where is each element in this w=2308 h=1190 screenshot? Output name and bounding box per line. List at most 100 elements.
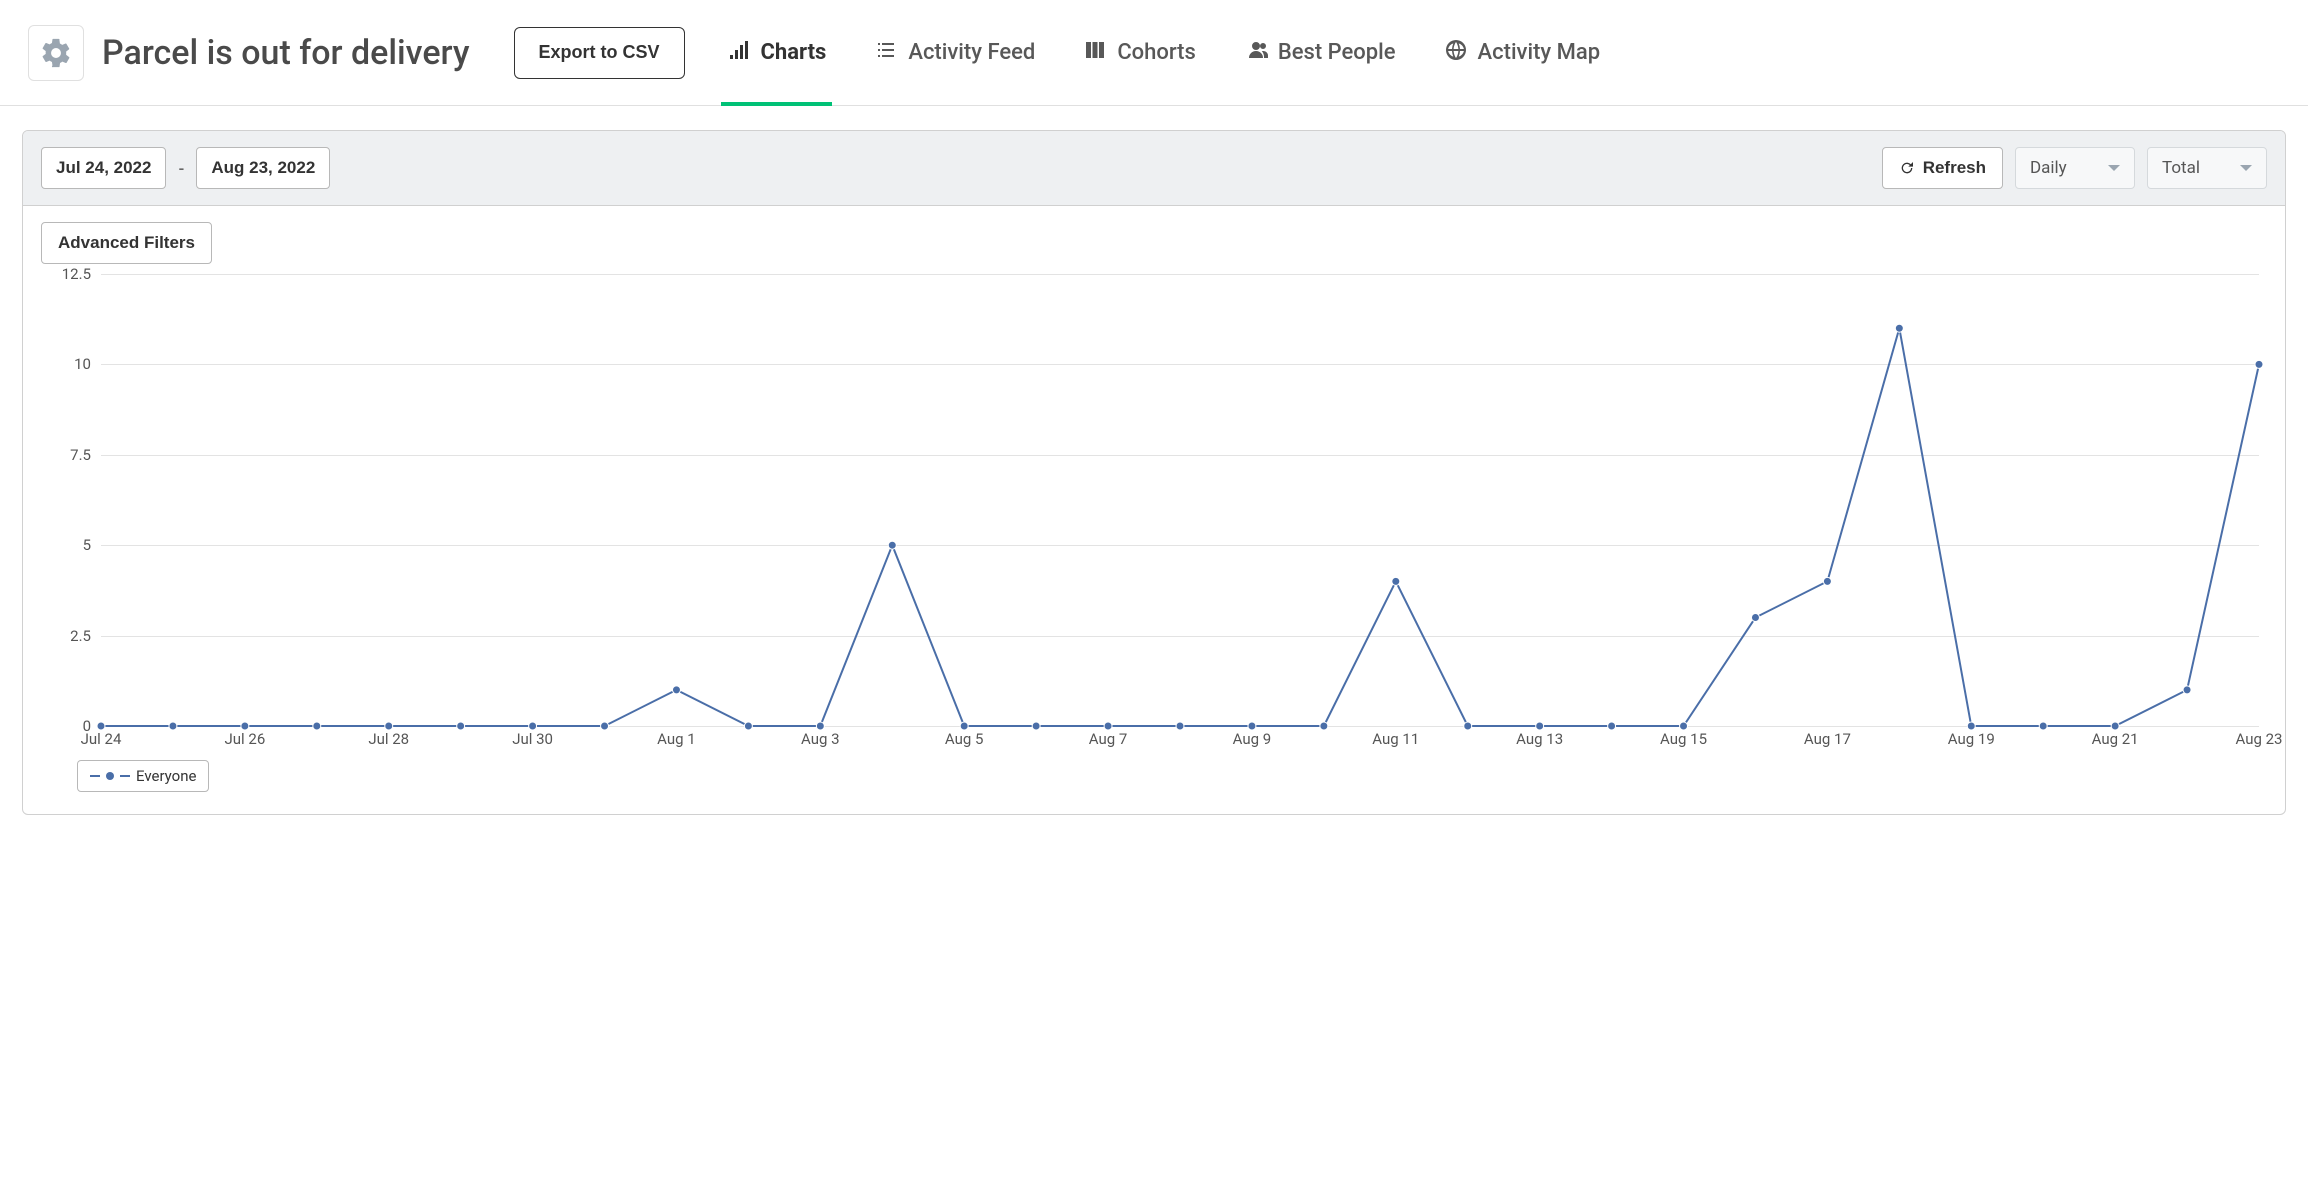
tab-best-people[interactable]: Best People [1238,0,1402,105]
data-point[interactable] [601,722,609,730]
x-tick-label: Aug 11 [1372,730,1419,748]
x-tick-label: Jul 26 [224,730,265,748]
data-point[interactable] [1967,722,1975,730]
legend-dash [90,775,100,777]
legend-item-everyone[interactable]: Everyone [77,760,209,792]
chart-area: 02.557.51012.5 Jul 24Jul 26Jul 28Jul 30A… [23,264,2285,814]
y-tick-label: 7.5 [70,446,91,464]
data-point[interactable] [1823,577,1831,585]
y-tick-label: 10 [74,355,91,373]
refresh-button-label: Refresh [1923,158,1986,178]
tab-cohorts[interactable]: Cohorts [1077,0,1202,105]
data-point[interactable] [1320,722,1328,730]
plot-wrap: 02.557.51012.5 Jul 24Jul 26Jul 28Jul 30A… [45,274,2263,754]
tab-activity-feed[interactable]: Activity Feed [868,0,1041,105]
data-point[interactable] [1536,722,1544,730]
legend-dash [120,775,130,777]
x-tick-label: Aug 9 [1233,730,1272,748]
data-point[interactable] [313,722,321,730]
advanced-filters-button[interactable]: Advanced Filters [41,222,212,264]
data-point[interactable] [960,722,968,730]
date-to-picker[interactable]: Aug 23, 2022 [196,147,330,189]
chart-card: Jul 24, 2022 - Aug 23, 2022 Refresh Dail… [22,130,2286,815]
data-point[interactable] [744,722,752,730]
y-tick-label: 12.5 [62,265,91,283]
data-point[interactable] [888,541,896,549]
data-point[interactable] [1032,722,1040,730]
data-point[interactable] [1680,722,1688,730]
x-tick-label: Aug 21 [2092,730,2139,748]
data-point[interactable] [457,722,465,730]
page-header: Parcel is out for delivery Export to CSV… [0,0,2308,106]
granularity-select[interactable]: Daily [2015,147,2135,189]
x-tick-label: Jul 28 [368,730,409,748]
x-tick-label: Jul 30 [512,730,553,748]
data-point[interactable] [672,686,680,694]
x-tick-label: Aug 3 [801,730,840,748]
tab-label: Best People [1278,40,1396,65]
tab-label: Activity Map [1478,40,1601,65]
x-tick-label: Jul 24 [81,730,122,748]
data-point[interactable] [1104,722,1112,730]
x-tick-label: Aug 17 [1804,730,1851,748]
chevron-down-icon [2108,165,2120,171]
data-point[interactable] [169,722,177,730]
data-point[interactable] [1895,324,1903,332]
data-point[interactable] [529,722,537,730]
data-point[interactable] [1608,722,1616,730]
data-point[interactable] [1392,577,1400,585]
data-point[interactable] [385,722,393,730]
export-csv-button[interactable]: Export to CSV [514,27,685,79]
data-point[interactable] [816,722,824,730]
data-point[interactable] [1751,614,1759,622]
aggregation-select-label: Total [2162,158,2200,178]
people-icon [1244,38,1268,68]
date-from-picker[interactable]: Jul 24, 2022 [41,147,166,189]
chevron-down-icon [2240,165,2252,171]
tab-label: Charts [761,40,827,65]
line-chart-points [101,274,2259,726]
tab-label: Activity Feed [908,40,1035,65]
y-tick-label: 2.5 [70,627,91,645]
data-point[interactable] [2255,360,2263,368]
x-tick-label: Aug 1 [657,730,696,748]
refresh-icon [1899,160,1915,176]
header-tabs: Charts Activity Feed Cohorts Best People Act… [721,0,1607,105]
data-point[interactable] [2039,722,2047,730]
data-point[interactable] [97,722,105,730]
tab-label: Cohorts [1117,40,1196,65]
refresh-button[interactable]: Refresh [1882,147,2003,189]
globe-icon [1444,38,1468,68]
granularity-select-label: Daily [2030,158,2067,178]
data-point[interactable] [2111,722,2119,730]
list-icon [874,38,898,68]
x-axis-labels: Jul 24Jul 26Jul 28Jul 30Aug 1Aug 3Aug 5A… [101,730,2259,754]
data-point[interactable] [241,722,249,730]
x-tick-label: Aug 5 [945,730,984,748]
x-tick-label: Aug 15 [1660,730,1707,748]
control-bar: Jul 24, 2022 - Aug 23, 2022 Refresh Dail… [23,131,2285,206]
y-tick-label: 5 [83,536,91,554]
sub-control-bar: Advanced Filters [23,206,2285,264]
plot [101,274,2259,726]
legend-label: Everyone [136,767,196,785]
tab-activity-map[interactable]: Activity Map [1438,0,1607,105]
tab-charts[interactable]: Charts [721,0,833,105]
data-point[interactable] [1248,722,1256,730]
data-point[interactable] [1464,722,1472,730]
data-point[interactable] [2183,686,2191,694]
data-point[interactable] [1176,722,1184,730]
page-title: Parcel is out for delivery [102,33,470,73]
bar-chart-icon [727,38,751,68]
columns-icon [1083,38,1107,68]
page-title-wrap: Parcel is out for delivery [28,25,470,81]
x-tick-label: Aug 7 [1089,730,1128,748]
date-range-separator: - [178,159,184,178]
x-tick-label: Aug 13 [1516,730,1563,748]
gears-icon [28,25,84,81]
x-tick-label: Aug 19 [1948,730,1995,748]
x-tick-label: Aug 23 [2236,730,2283,748]
aggregation-select[interactable]: Total [2147,147,2267,189]
y-axis-labels: 02.557.51012.5 [45,274,99,726]
legend-dot-icon [106,772,114,780]
